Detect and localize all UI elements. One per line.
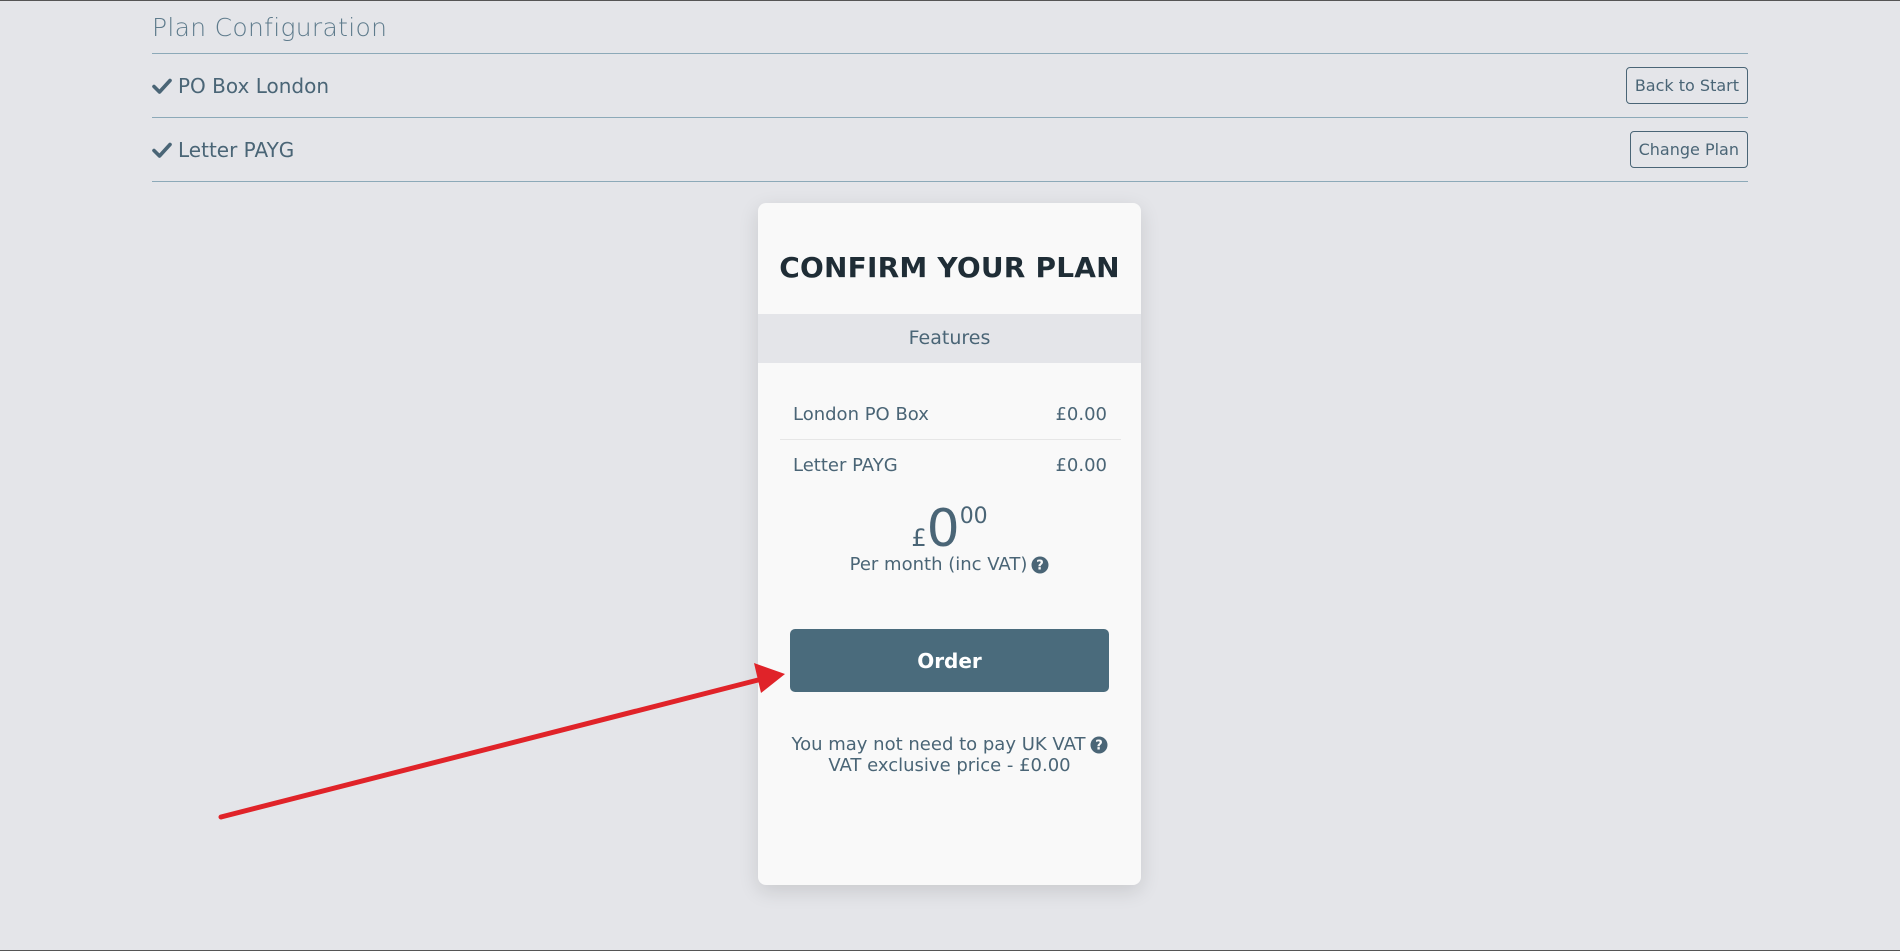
feature-price: £0.00 — [1055, 454, 1107, 476]
vat-note-line1-wrap: You may not need to pay UK VAT ? — [792, 734, 1108, 755]
price-block: £ 0 00 Per month (inc VAT) ? — [758, 499, 1141, 575]
config-row-label-wrap: PO Box London — [152, 74, 329, 98]
feature-list: London PO Box £0.00 Letter PAYG £0.00 — [780, 389, 1121, 490]
check-icon — [152, 142, 172, 158]
change-plan-button[interactable]: Change Plan — [1629, 131, 1748, 168]
config-row-label-wrap: Letter PAYG — [152, 138, 294, 162]
order-button[interactable]: Order — [790, 629, 1109, 692]
question-circle-icon[interactable]: ? — [1031, 556, 1049, 574]
back-to-start-button[interactable]: Back to Start — [1625, 67, 1748, 104]
price-currency: £ — [911, 524, 927, 552]
config-row-label: PO Box London — [178, 73, 330, 98]
config-row-label: Letter PAYG — [178, 137, 295, 162]
price-whole: 0 — [926, 499, 960, 559]
config-row-po-box: PO Box London Back to Start — [152, 54, 1748, 118]
feature-price: £0.00 — [1055, 403, 1107, 425]
vat-note-line1: You may not need to pay UK VAT — [791, 734, 1086, 755]
vat-note: You may not need to pay UK VAT ? VAT exc… — [758, 734, 1141, 776]
list-item: London PO Box £0.00 — [780, 389, 1121, 440]
price-period: Per month (inc VAT) — [849, 554, 1028, 575]
plan-configuration: Plan Configuration PO Box London Back to… — [152, 1, 1748, 182]
question-circle-icon[interactable]: ? — [1090, 736, 1108, 754]
vat-note-line2: VAT exclusive price - £0.00 — [828, 755, 1071, 776]
feature-name: London PO Box — [793, 403, 929, 425]
card-title: CONFIRM YOUR PLAN — [779, 251, 1120, 284]
list-item: Letter PAYG £0.00 — [780, 440, 1121, 490]
page: Plan Configuration PO Box London Back to… — [0, 0, 1900, 951]
price-display: £ 0 00 — [911, 499, 988, 559]
price-cents: 00 — [959, 504, 988, 529]
feature-name: Letter PAYG — [793, 454, 898, 476]
svg-text:?: ? — [1095, 738, 1103, 753]
svg-text:?: ? — [1037, 558, 1045, 573]
check-icon — [152, 78, 172, 94]
features-heading: Features — [758, 314, 1141, 363]
config-row-letter: Letter PAYG Change Plan — [152, 118, 1748, 182]
price-period-wrap: Per month (inc VAT) ? — [850, 554, 1050, 575]
page-title: Plan Configuration — [152, 1, 1748, 54]
confirm-plan-card: CONFIRM YOUR PLAN Features London PO Box… — [758, 203, 1141, 885]
